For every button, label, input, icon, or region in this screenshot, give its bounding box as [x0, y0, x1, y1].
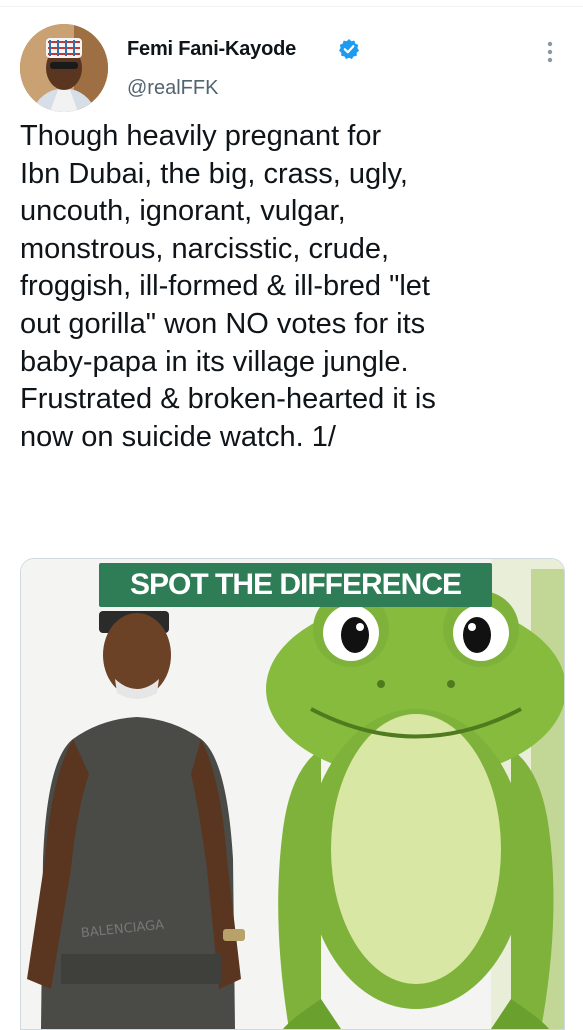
- author-avatar[interactable]: [20, 24, 108, 112]
- more-vertical-icon[interactable]: [540, 40, 560, 64]
- image-banner: SPOT THE DIFFERENCE: [99, 563, 492, 607]
- author-handle[interactable]: @realFFK: [127, 77, 218, 100]
- tweet-text: Though heavily pregnant for Ibn Dubai, t…: [20, 120, 436, 453]
- tweet-media-image[interactable]: BALENCIAGA SPOT THE DIFFERENCE: [20, 558, 565, 1030]
- frog-figure: [266, 591, 564, 1029]
- verified-badge-icon: [339, 39, 359, 59]
- author-name[interactable]: Femi Fani-Kayode: [127, 38, 296, 61]
- top-divider: [0, 0, 583, 7]
